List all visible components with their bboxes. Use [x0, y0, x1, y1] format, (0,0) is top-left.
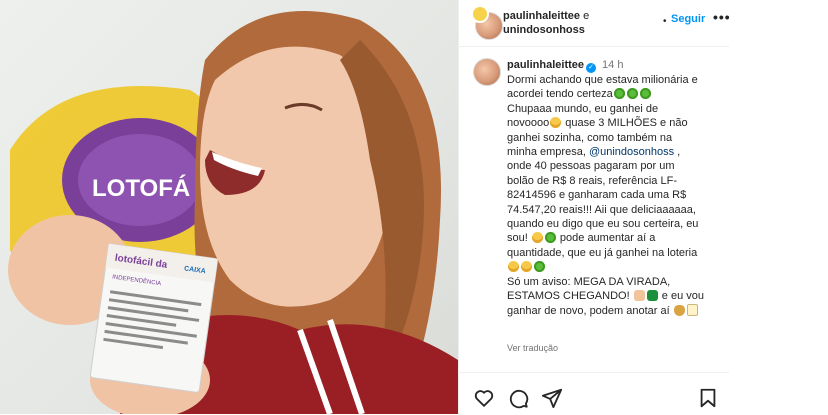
bg-sign-text: LOTOFÁ: [92, 174, 190, 202]
share-icon[interactable]: [541, 387, 563, 409]
caption-line: 74.547,20 reais!!! Aii que deliciaaaaaa,: [507, 203, 696, 216]
caption-line: e eu vou: [658, 290, 704, 303]
money-face-emoji-icon: [613, 88, 625, 100]
caption-line: quantidade, que eu já ganhei na loteria: [507, 246, 698, 259]
caption-line: Chupaaa mundo, eu ganhei de: [507, 102, 659, 115]
post-actions: [459, 372, 729, 415]
header-user-2[interactable]: unindosonhoss: [503, 24, 585, 36]
caption-line: acordei tendo certeza: [507, 88, 613, 101]
header-usernames: paulinhaleittee e unindosonhoss: [503, 9, 643, 37]
clover-emoji-icon: [646, 290, 658, 302]
comment-icon[interactable]: [507, 387, 529, 409]
caption-line: onde 40 pessoas pagaram por um: [507, 160, 675, 173]
caption-line: 82414596 e ganharam cada uma R$: [507, 189, 687, 202]
heart-icon[interactable]: [473, 387, 495, 409]
post-panel: paulinhaleittee e unindosonhoss • Seguir…: [458, 0, 730, 415]
money-face-emoji-icon: [544, 232, 556, 244]
laughing-emoji-icon: [508, 261, 519, 273]
caption-line: ESTAMOS CHEGANDO!: [507, 290, 630, 303]
see-translation-link[interactable]: Ver tradução: [507, 343, 558, 353]
pointing-hand-emoji-icon: [633, 290, 645, 302]
separator-dot: •: [663, 16, 667, 27]
caption-text: paulinhaleittee ✓ 14 h Dormi achando que e…: [507, 58, 723, 318]
follow-button[interactable]: Seguir: [671, 13, 705, 25]
caption-line: pode aumentar aí a: [556, 232, 656, 245]
caption-line: quando eu digo que eu sou certeira, eu: [507, 218, 699, 231]
post-photo-illustration: LOTOFÁ lotofácil da INDEPENDÊNCIA CAIXA: [8, 11, 458, 414]
caption-line: ganhar de novo, podem anotar aí: [507, 304, 670, 317]
post-header: paulinhaleittee e unindosonhoss • Seguir…: [459, 0, 730, 47]
caption-line: sou!: [507, 232, 528, 245]
save-icon[interactable]: [697, 387, 719, 409]
caption-avatar[interactable]: [473, 58, 501, 86]
post-time[interactable]: 14 h: [602, 59, 623, 71]
caption-line: Dormi achando que estava milionária e: [507, 74, 698, 86]
verified-icon: ✓: [586, 63, 597, 73]
money-face-emoji-icon: [534, 261, 545, 273]
story-badge-icon: [471, 5, 489, 23]
caption-line: quase 3 MILHÕES e não: [562, 117, 688, 130]
money-face-emoji-icon: [639, 88, 651, 100]
page-gutter: [729, 0, 828, 414]
header-user-1[interactable]: paulinhaleittee: [503, 10, 580, 22]
header-connector: e: [583, 10, 590, 22]
caption-line: ganhei sozinha, como também na: [507, 131, 673, 144]
laughing-emoji-icon: [531, 232, 543, 244]
caption-line: minha empresa,: [507, 146, 586, 159]
money-bag-emoji-icon: [673, 304, 685, 316]
post-photo[interactable]: LOTOFÁ lotofácil da INDEPENDÊNCIA CAIXA: [0, 0, 458, 414]
caption-line: Só um aviso: MEGA DA VIRADA,: [507, 275, 671, 288]
caption-line: bolão de R$ 8 reais, referência LF-: [507, 174, 677, 187]
memo-emoji-icon: [686, 303, 698, 316]
laughing-emoji-icon: [521, 261, 532, 273]
caption-line: ,: [674, 146, 681, 159]
caption-username[interactable]: paulinhaleittee: [507, 59, 584, 71]
laughing-emoji-icon: [550, 117, 562, 129]
caption-line: novoooo: [507, 117, 550, 130]
post-caption: paulinhaleittee ✓ 14 h Dormi achando que e…: [459, 54, 729, 354]
money-face-emoji-icon: [626, 88, 638, 100]
mention-link[interactable]: @unindosonhoss: [589, 146, 674, 158]
